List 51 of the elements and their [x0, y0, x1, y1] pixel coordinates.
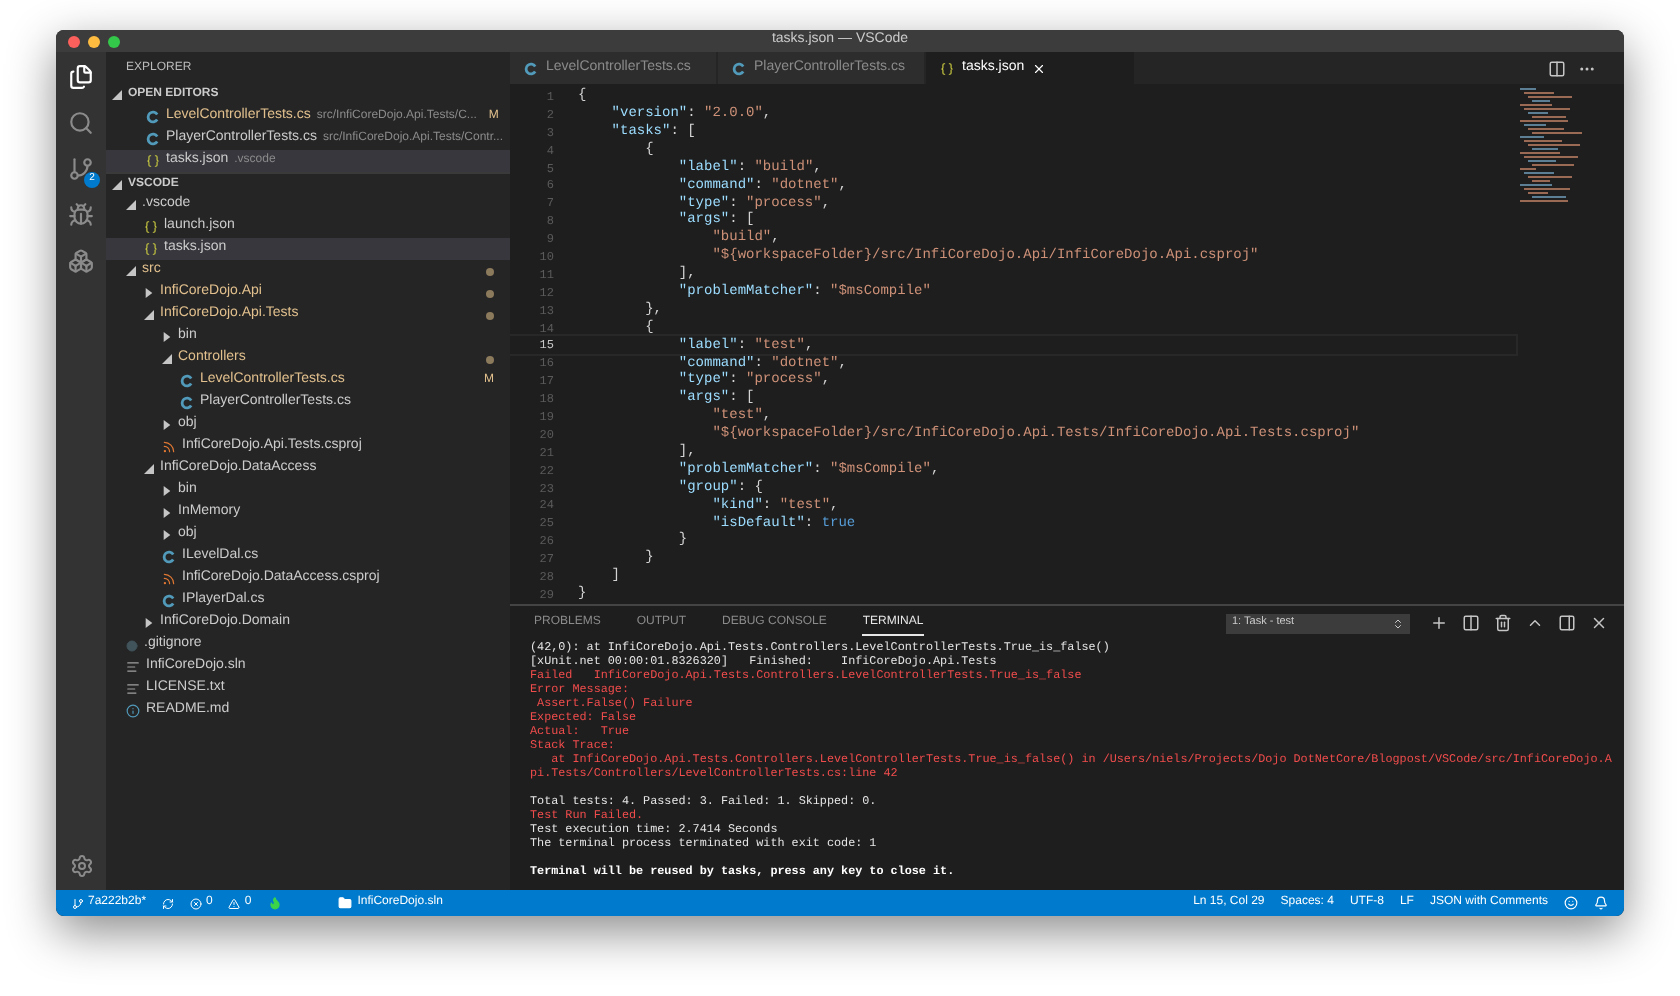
trash-icon[interactable]: [1494, 614, 1512, 632]
expanded-triangle-icon[interactable]: [126, 266, 136, 276]
bell-icon[interactable]: [1594, 896, 1608, 910]
sync-icon[interactable]: [162, 897, 175, 909]
csharp-file-icon: [732, 61, 746, 75]
collapsed-triangle-icon[interactable]: [144, 618, 154, 628]
chevron-up-icon[interactable]: [1526, 614, 1544, 632]
split-terminal-icon[interactable]: [1462, 614, 1480, 632]
expanded-triangle-icon[interactable]: [162, 354, 172, 364]
csharp-file-icon: [162, 550, 176, 564]
collapsed-triangle-icon[interactable]: [144, 288, 154, 298]
warning-icon[interactable]: [228, 897, 241, 909]
project-file-icon: [162, 440, 176, 454]
extensions-icon[interactable]: [68, 248, 94, 274]
branch-icon[interactable]: [72, 897, 84, 909]
collapsed-triangle-icon[interactable]: [162, 420, 172, 430]
text-file-icon: [126, 660, 140, 674]
text-file-icon: [126, 682, 140, 696]
braces-file-icon: [146, 154, 160, 168]
expanded-triangle-icon[interactable]: [144, 464, 154, 474]
new-terminal-icon[interactable]: [1430, 614, 1448, 632]
maximize-window-icon[interactable]: [108, 35, 120, 47]
braces-file-icon: [940, 61, 954, 75]
error-icon[interactable]: [190, 897, 203, 909]
collapsed-triangle-icon[interactable]: [162, 508, 172, 518]
project-file-icon: [162, 572, 176, 586]
split-editor-icon[interactable]: [1548, 59, 1566, 77]
expanded-triangle-icon[interactable]: [144, 310, 154, 320]
expanded-triangle-icon[interactable]: [112, 90, 122, 100]
branch-icon[interactable]: [68, 156, 94, 182]
bug-icon[interactable]: [68, 202, 94, 228]
csharp-file-icon: [524, 61, 538, 75]
files-icon[interactable]: [68, 64, 94, 90]
collapsed-triangle-icon[interactable]: [162, 486, 172, 496]
close-window-icon[interactable]: [68, 35, 80, 47]
braces-file-icon: [144, 242, 158, 256]
dot-file-icon: [126, 639, 138, 651]
panel-layout-icon[interactable]: [1558, 614, 1576, 632]
expanded-triangle-icon[interactable]: [126, 200, 136, 210]
collapsed-triangle-icon[interactable]: [162, 530, 172, 540]
collapsed-triangle-icon[interactable]: [162, 332, 172, 342]
expanded-triangle-icon[interactable]: [112, 179, 122, 189]
csharp-file-icon: [162, 594, 176, 608]
settings-icon[interactable]: [69, 854, 93, 878]
smiley-icon[interactable]: [1564, 896, 1578, 910]
minimize-window-icon[interactable]: [88, 35, 100, 47]
folder-icon[interactable]: [337, 896, 352, 910]
close-icon[interactable]: [1590, 614, 1608, 632]
braces-file-icon: [144, 220, 158, 234]
info-file-icon: [126, 704, 140, 718]
search-icon[interactable]: [68, 110, 94, 136]
